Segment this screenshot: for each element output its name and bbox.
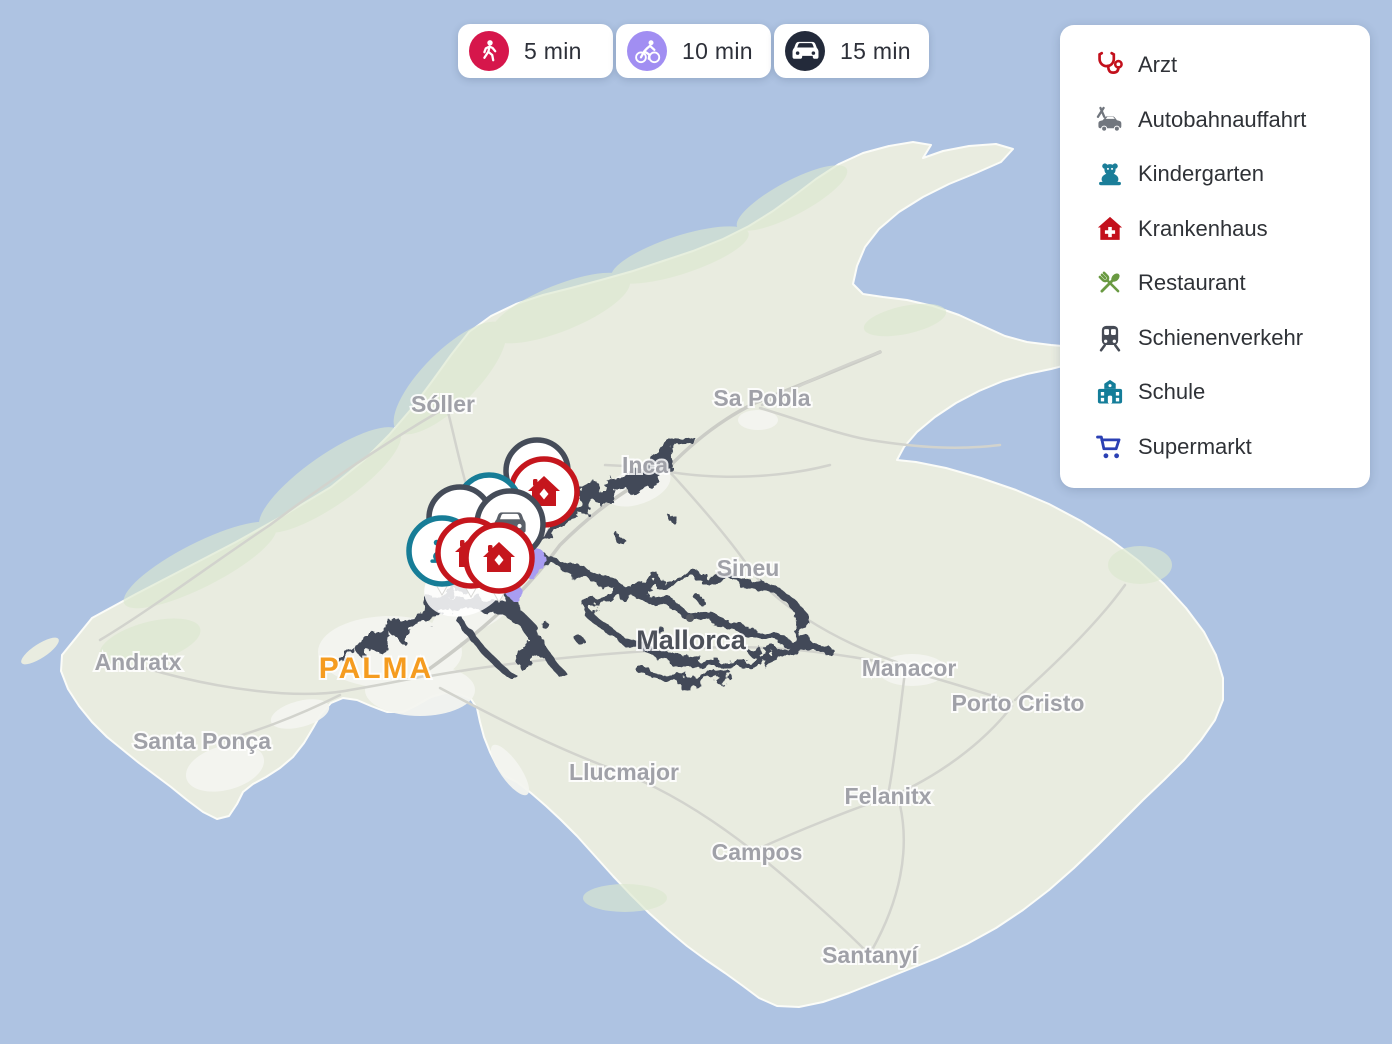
map-label-felanitx: Felanitx [845,783,932,809]
schienenverkehr-icon [1095,323,1125,353]
map-label-palma: PALMA [319,652,433,685]
krankenhaus-icon [1095,214,1125,244]
map-label-mallorca: Mallorca [636,625,747,655]
travel-time-walk[interactable]: 5 min [458,24,613,78]
legend-label: Supermarkt [1138,434,1252,460]
map-label-porto-cristo: Porto Cristo [952,690,1085,716]
legend-item-restaurant[interactable]: Restaurant [1060,256,1370,311]
walk-time-label: 5 min [524,38,582,65]
travel-time-bike[interactable]: 10 min [616,24,771,78]
schule-icon [1095,377,1125,407]
map-label-manacor: Manacor [862,655,957,681]
arzt-icon [1095,50,1125,80]
legend-label: Restaurant [1138,270,1246,296]
bike-icon [627,31,667,71]
legend-label: Arzt [1138,52,1177,78]
kindergarten-icon [1095,159,1125,189]
map-label-campos: Campos [712,839,803,865]
legend-item-arzt[interactable]: Arzt [1060,38,1370,93]
legend-item-kindergarten[interactable]: Kindergarten [1060,147,1370,202]
supermarkt-icon [1095,432,1125,462]
legend-label: Krankenhaus [1138,216,1268,242]
poi-legend-panel: Arzt Autobahnauffahrt [1060,25,1370,488]
map-label-santanyí: Santanyí [822,942,919,968]
travel-time-toolbar: 5 min 10 min 15 min [458,24,929,78]
map-label-llucmajor: Llucmajor [569,759,679,785]
map-label-santa-ponça: Santa Ponça [133,728,271,754]
map-label-andratx: Andratx [95,649,182,675]
legend-label: Schule [1138,379,1205,405]
legend-label: Kindergarten [1138,161,1264,187]
travel-time-car[interactable]: 15 min [774,24,929,78]
legend-item-schienenverkehr[interactable]: Schienenverkehr [1060,311,1370,366]
bike-time-label: 10 min [682,38,753,65]
map-label-dot [686,614,694,622]
legend-item-supermarkt[interactable]: Supermarkt [1060,420,1370,475]
walk-icon [469,31,509,71]
autobahnauffahrt-icon [1095,105,1125,135]
restaurant-icon [1095,268,1125,298]
map-label-sóller: Sóller [411,391,475,417]
legend-item-krankenhaus[interactable]: Krankenhaus [1060,202,1370,257]
legend-label: Autobahnauffahrt [1138,107,1306,133]
map-label-sa-pobla: Sa Pobla [713,385,810,411]
legend-item-autobahnauffahrt[interactable]: Autobahnauffahrt [1060,93,1370,148]
car-time-label: 15 min [840,38,911,65]
map-label-inca: Inca [622,452,668,478]
legend-label: Schienenverkehr [1138,325,1303,351]
car-icon [785,31,825,71]
map-label-sineu: Sineu [717,555,780,581]
legend-item-schule[interactable]: Schule [1060,365,1370,420]
